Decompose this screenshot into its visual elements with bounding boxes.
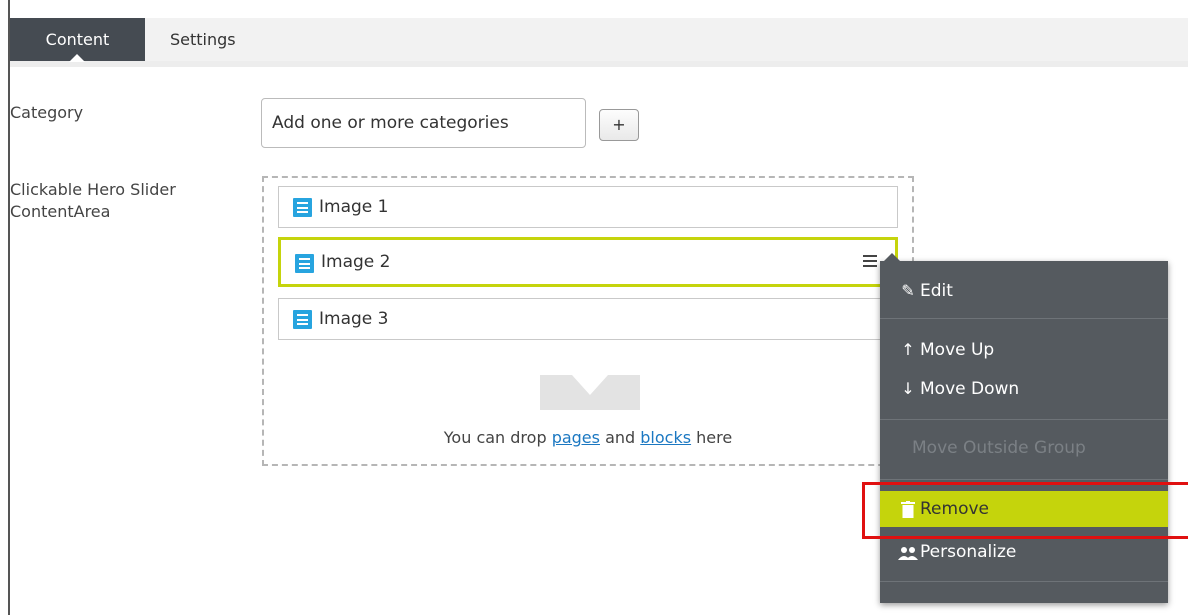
- pages-link[interactable]: pages: [552, 428, 600, 447]
- menu-item-label: Personalize: [920, 542, 1017, 562]
- arrow-down-icon: ↓: [901, 379, 915, 398]
- menu-item-label: Edit: [920, 281, 953, 301]
- tab-content[interactable]: Content: [10, 18, 145, 62]
- menu-divider: [880, 419, 1168, 420]
- menu-item-edit[interactable]: ✎ Edit: [880, 273, 1168, 309]
- content-area-item-selected[interactable]: Image 2: [278, 237, 898, 287]
- menu-divider: [880, 318, 1168, 319]
- active-tab-indicator: [69, 54, 85, 62]
- content-area-label: Clickable Hero Slider ContentArea: [10, 180, 176, 221]
- content-area-item-label: Image 3: [319, 309, 389, 329]
- tab-content-label: Content: [45, 30, 110, 49]
- content-area-item[interactable]: Image 3: [278, 298, 898, 340]
- menu-item-move-outside-group: Move Outside Group: [880, 430, 1168, 466]
- block-icon: [293, 198, 312, 217]
- context-menu-icon[interactable]: [863, 255, 879, 269]
- tab-bar: Content Settings: [10, 18, 1188, 67]
- content-area-item-label: Image 2: [321, 252, 391, 272]
- category-input[interactable]: Add one or more categories: [261, 98, 586, 148]
- annotation-highlight-box: [862, 482, 1188, 539]
- menu-item-move-down[interactable]: ↓ Move Down: [880, 371, 1168, 407]
- block-icon: [295, 254, 314, 273]
- menu-divider: [880, 479, 1168, 480]
- users-icon: [898, 534, 918, 570]
- content-area-item[interactable]: Image 1: [278, 186, 898, 228]
- menu-item-move-up[interactable]: ↑ Move Up: [880, 332, 1168, 368]
- content-area-item-label: Image 1: [319, 197, 389, 217]
- block-icon: [293, 310, 312, 329]
- menu-item-label: Move Outside Group: [912, 438, 1086, 458]
- arrow-up-icon: ↑: [901, 340, 915, 359]
- drop-hint-and: and: [599, 428, 641, 447]
- context-menu-pointer: [884, 253, 900, 261]
- pencil-icon: ✎: [901, 281, 915, 300]
- drop-hint-prefix: You can drop: [443, 428, 552, 447]
- drop-arrow-icon: [540, 375, 640, 410]
- menu-item-label: Move Down: [920, 379, 1020, 399]
- context-menu: ✎ Edit ↑ Move Up ↓ Move Down Move Outsid…: [880, 253, 1168, 603]
- menu-item-personalize[interactable]: Personalize: [880, 534, 1168, 570]
- blocks-link[interactable]: blocks: [640, 428, 691, 447]
- menu-item-label: Move Up: [920, 340, 995, 360]
- menu-divider: [880, 581, 1168, 582]
- drop-hint: You can drop pages and blocks here: [262, 428, 914, 447]
- category-label: Category: [10, 103, 84, 122]
- tab-settings[interactable]: Settings: [170, 18, 280, 61]
- add-category-button[interactable]: +: [599, 109, 639, 141]
- drop-hint-suffix: here: [691, 428, 733, 447]
- tab-settings-label: Settings: [170, 30, 236, 49]
